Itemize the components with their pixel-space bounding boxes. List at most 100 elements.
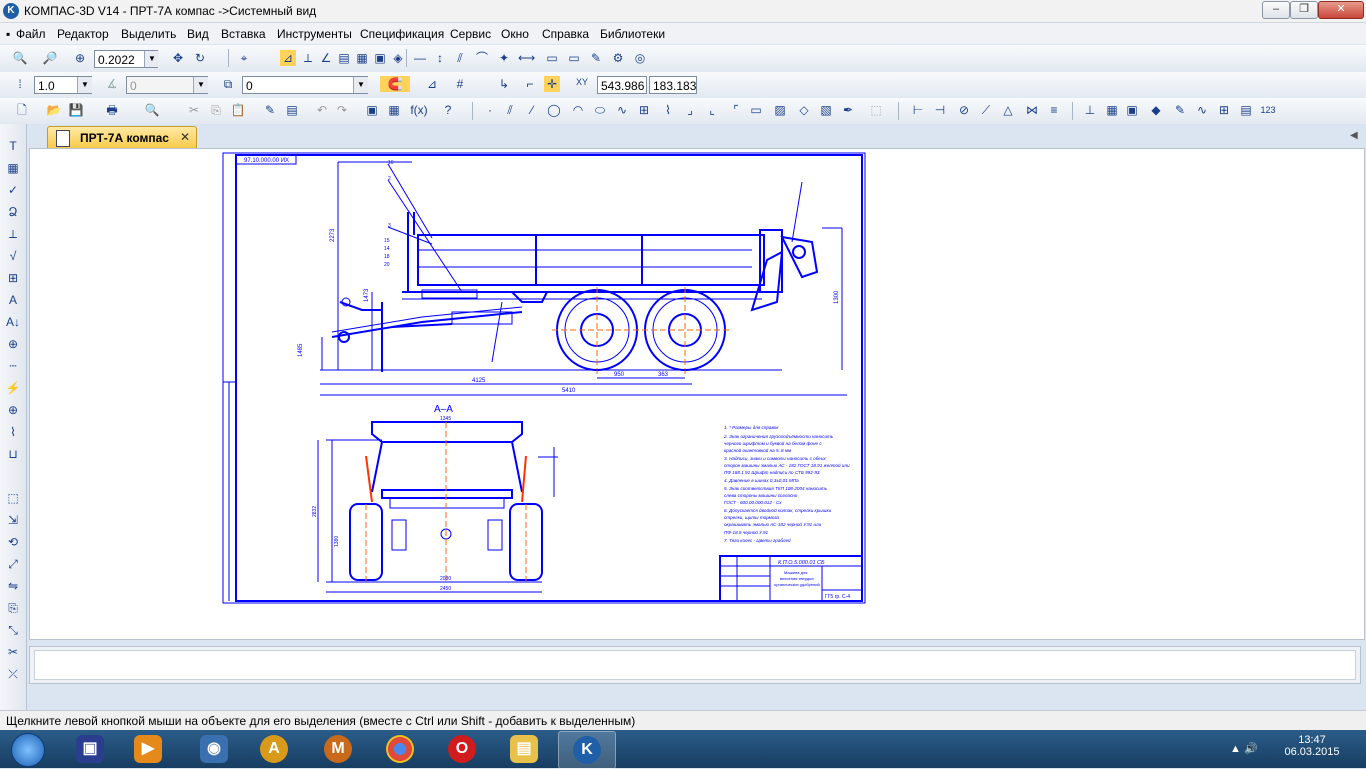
spec-icon[interactable]: ▭ (544, 50, 560, 66)
manager-doc-icon[interactable]: ▣ (364, 102, 380, 118)
base-icon[interactable]: ⟂ (5, 226, 21, 242)
pan-icon[interactable]: ✥ (170, 50, 186, 66)
redo-icon[interactable]: ↷ (334, 102, 350, 118)
print-icon[interactable]: 🖶 (104, 102, 120, 118)
dash-icon[interactable]: ┄ (5, 358, 21, 374)
wave-icon[interactable]: ∿ (1194, 102, 1210, 118)
taskbar-app-media[interactable]: ▶ (120, 731, 176, 767)
magnet-snap-icon[interactable]: 🧲 (380, 76, 410, 92)
start-button[interactable] (2, 731, 52, 767)
menu-item-window[interactable]: Окно (501, 27, 529, 41)
view-layout-icon[interactable]: ▦ (1104, 102, 1120, 118)
properties-icon[interactable]: ✎ (262, 102, 278, 118)
parametrize-icon[interactable]: ▦ (354, 50, 370, 66)
open-file-icon[interactable]: 📂 (46, 102, 62, 118)
polyline-icon[interactable]: ⊞ (636, 102, 652, 118)
angular-dim-icon[interactable]: ⟋ (978, 102, 994, 118)
spline-icon[interactable]: ∿ (614, 102, 630, 118)
function-icon[interactable]: f(x) (408, 102, 430, 118)
paste-icon[interactable]: 📋 (230, 102, 246, 118)
taskbar-app-mathcad[interactable]: M (310, 731, 366, 767)
menu-item-service[interactable]: Сервис (450, 27, 491, 41)
tray-icons[interactable]: ▲ 🔊 (1230, 742, 1258, 755)
clock[interactable]: 13:47 06.03.2015 (1280, 734, 1344, 758)
diameter-dim-icon[interactable]: ⊣ (932, 102, 948, 118)
measure-icon[interactable]: ▣ (372, 50, 388, 66)
coord-y-field[interactable]: 183.183 (649, 76, 697, 94)
table-icon[interactable]: ⊞ (1216, 102, 1232, 118)
leader-icon[interactable]: Ձ (5, 204, 21, 220)
cut-icon[interactable]: ✂ (186, 102, 202, 118)
point-tool-icon[interactable]: · (482, 102, 498, 118)
zoom-scale-icon[interactable]: ⊕ (72, 50, 88, 66)
rectangle-icon[interactable]: ▭ (748, 102, 764, 118)
help-circle-icon[interactable]: ◎ (632, 50, 648, 66)
round-icon[interactable]: ⌐ (522, 76, 538, 92)
zoom-window-icon[interactable]: 🔎 (42, 50, 58, 66)
marker-icon[interactable]: ⊔ (5, 446, 21, 462)
polygon-icon[interactable]: ⌜ (728, 102, 744, 118)
tab-scroll-arrow-icon[interactable]: ◀ (1350, 130, 1358, 141)
arc-tool-icon[interactable]: ◠ (570, 102, 586, 118)
fillet-icon[interactable]: ⌞ (704, 102, 720, 118)
cut-line-icon[interactable]: ⊕ (5, 336, 21, 352)
step-dropdown-arrow[interactable]: ▼ (77, 77, 92, 93)
taskbar-app-video[interactable]: ◉ (186, 731, 242, 767)
taskbar-app-chrome[interactable] (372, 731, 428, 767)
menu-item-tools[interactable]: Инструменты (277, 27, 352, 41)
hatch-icon[interactable]: ⫽ (452, 50, 468, 66)
menu-item-specification[interactable]: Спецификация (360, 27, 444, 41)
contour-icon[interactable]: ◇ (796, 102, 812, 118)
3d-model-icon[interactable]: ◆ (1148, 102, 1164, 118)
menu-item-select[interactable]: Выделить (121, 27, 176, 41)
disabled-tool-icon[interactable]: ⬚ (868, 102, 884, 118)
new-file-icon[interactable]: 🗋 (14, 102, 30, 118)
grid-icon[interactable]: # (452, 76, 468, 92)
distance-icon[interactable]: ⟷ (518, 50, 535, 66)
dimension-icon[interactable]: ↕ (432, 50, 448, 66)
tree-icon[interactable]: ▤ (284, 102, 300, 118)
drawing-sheet[interactable]: 97.10.000.00 ИХ 4125 5410 950 363 2273 1… (222, 152, 866, 604)
tolerance-icon[interactable]: ⊞ (5, 270, 21, 286)
properties-panel-content[interactable] (34, 650, 1356, 680)
kompas-app-icon[interactable]: K (3, 3, 19, 19)
break-dim-icon[interactable]: ⋈ (1024, 102, 1040, 118)
deform-icon[interactable]: ⤡ (5, 622, 21, 638)
menu-file-icon[interactable]: ▪ (6, 27, 10, 41)
refresh-icon[interactable]: ↻ (192, 50, 208, 66)
ortho-icon[interactable]: ⊿ (424, 76, 440, 92)
view-create-icon[interactable]: ⊥ (1082, 102, 1098, 118)
taskbar-app-autocad[interactable]: A (246, 731, 302, 767)
undo-icon[interactable]: ↶ (314, 102, 330, 118)
wave-line-icon[interactable]: ⌇ (5, 424, 21, 440)
coord-x-field[interactable]: 543.986 (597, 76, 647, 94)
preview-icon[interactable]: 🔍 (144, 102, 160, 118)
move-icon[interactable]: ⇲ (5, 512, 21, 528)
linear-dim-icon[interactable]: ⊢ (910, 102, 926, 118)
manager-icon[interactable]: ⚙ (610, 50, 626, 66)
taskbar-app-kompas[interactable]: K (558, 731, 616, 769)
table-panel-icon[interactable]: ▦ (5, 160, 21, 176)
arc-dim-icon[interactable]: △ (1000, 102, 1016, 118)
hatch-tool-icon[interactable]: ▨ (772, 102, 788, 118)
angle-dropdown-arrow[interactable]: ▼ (193, 77, 208, 93)
segment-icon[interactable]: ⁄ (524, 102, 540, 118)
edit-tool-icon[interactable]: ✎ (1172, 102, 1188, 118)
taskbar-app-opera[interactable]: O (434, 731, 490, 767)
select-all-icon[interactable]: ⬚ (5, 490, 21, 506)
radial-dim-icon[interactable]: ⊘ (956, 102, 972, 118)
menu-item-insert[interactable]: Вставка (221, 27, 266, 41)
text-dim-icon[interactable]: ≡ (1046, 102, 1062, 118)
pen-icon[interactable]: ✒ (840, 102, 856, 118)
menu-item-edit[interactable]: Редактор (57, 27, 109, 41)
auxline-icon[interactable]: ⫽ (502, 102, 518, 118)
numbering-icon[interactable]: 123 (1260, 102, 1276, 118)
select-icon[interactable]: ◈ (390, 50, 406, 66)
cursor-snap-icon[interactable]: ✛ (544, 76, 560, 92)
report-icon[interactable]: ▭ (566, 50, 582, 66)
variables-icon[interactable]: ▦ (386, 102, 402, 118)
tab-document[interactable]: ПРТ-7А компас ✕ (47, 126, 197, 149)
scale-icon[interactable]: ⤢ (5, 556, 21, 572)
tab-close-icon[interactable]: ✕ (180, 130, 190, 144)
copy-panel-icon[interactable]: ⎘ (5, 600, 21, 616)
